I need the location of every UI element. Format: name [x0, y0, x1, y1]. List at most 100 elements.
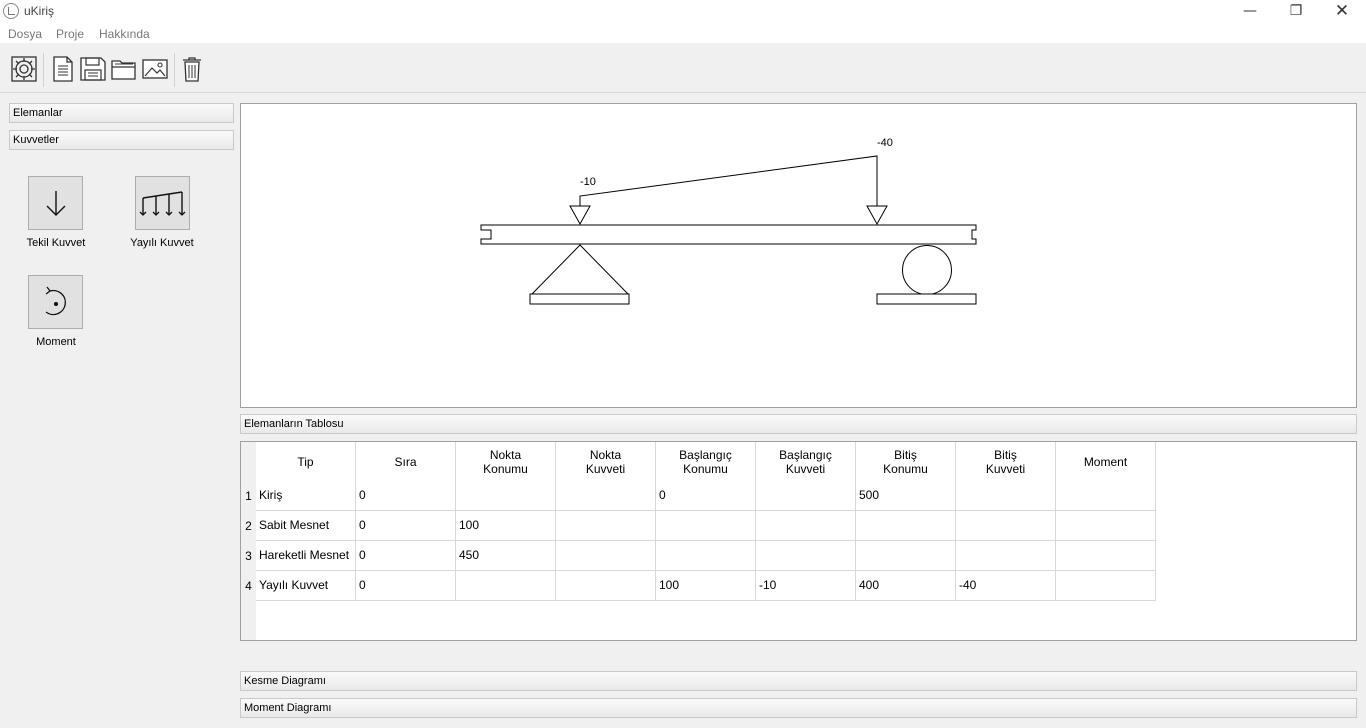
- roller-support: [902, 245, 952, 295]
- distributed-load-icon: [139, 191, 186, 216]
- table-cell[interactable]: [1056, 511, 1156, 541]
- load-start-label: -10: [580, 176, 596, 188]
- new-button[interactable]: [49, 55, 77, 83]
- column-header[interactable]: Moment: [1056, 442, 1156, 481]
- table-cell[interactable]: [556, 511, 656, 541]
- row-number[interactable]: 1: [241, 481, 256, 511]
- table-cell[interactable]: 450: [456, 541, 556, 571]
- tekil-kuvvet-label: Tekil Kuvvet: [26, 237, 86, 249]
- maximize-button[interactable]: ❐: [1273, 0, 1319, 23]
- table-cell[interactable]: 0: [356, 511, 456, 541]
- save-icon: [80, 57, 106, 81]
- table-cell[interactable]: [656, 511, 756, 541]
- table-cell[interactable]: [1056, 571, 1156, 601]
- table-cell[interactable]: Yayılı Kuvvet: [256, 571, 356, 601]
- table-cell[interactable]: [956, 511, 1056, 541]
- yayili-kuvvet-button[interactable]: [135, 176, 190, 230]
- minimize-button[interactable]: —: [1227, 0, 1273, 23]
- section-kesme-diagrami[interactable]: Kesme Diagramı: [240, 671, 1357, 691]
- title-bar: uKiriş — ❐ ✕: [0, 0, 1366, 23]
- section-moment-diagrami[interactable]: Moment Diagramı: [240, 698, 1357, 718]
- table-cell[interactable]: [556, 541, 656, 571]
- table-cell[interactable]: [856, 511, 956, 541]
- table-cell[interactable]: 100: [656, 571, 756, 601]
- table-cell[interactable]: Kiriş: [256, 481, 356, 511]
- section-kuvvetler[interactable]: Kuvvetler: [9, 130, 234, 150]
- table-cell[interactable]: [956, 541, 1056, 571]
- table-cell[interactable]: [756, 481, 856, 511]
- toolbar: [0, 45, 1366, 93]
- beam-canvas[interactable]: -10 -40: [240, 103, 1357, 408]
- distributed-load-line: [579, 155, 878, 206]
- table-cell[interactable]: 100: [456, 511, 556, 541]
- open-folder-icon: [111, 60, 136, 80]
- trash-icon: [183, 57, 201, 82]
- table-cell[interactable]: 0: [656, 481, 756, 511]
- column-header[interactable]: Bitiş Konumu: [856, 442, 956, 481]
- app-icon: [3, 3, 19, 19]
- beam: [480, 224, 977, 245]
- arrow-down-icon: [46, 191, 66, 216]
- toolbar-separator: [174, 53, 175, 87]
- moment-icon: [45, 286, 66, 316]
- pin-support-base: [529, 293, 630, 305]
- delete-button[interactable]: [178, 55, 206, 83]
- column-header[interactable]: Sıra: [356, 442, 456, 481]
- beam-diagram: -10 -40: [480, 137, 977, 305]
- table-cell[interactable]: 0: [356, 571, 456, 601]
- row-number[interactable]: 3: [241, 541, 256, 571]
- new-document-icon: [53, 56, 73, 82]
- row-number[interactable]: 2: [241, 511, 256, 541]
- table-cell[interactable]: Sabit Mesnet: [256, 511, 356, 541]
- column-header[interactable]: Tip: [256, 442, 356, 481]
- close-button[interactable]: ✕: [1319, 0, 1365, 23]
- open-button[interactable]: [110, 55, 138, 83]
- save-button[interactable]: [79, 55, 107, 83]
- column-header[interactable]: Nokta Kuvveti: [556, 442, 656, 481]
- column-header[interactable]: Nokta Konumu: [456, 442, 556, 481]
- load-end-label: -40: [877, 137, 893, 149]
- column-header[interactable]: Bitiş Kuvveti: [956, 442, 1056, 481]
- toolbar-separator: [43, 53, 44, 87]
- table-cell[interactable]: [1056, 541, 1156, 571]
- table-cell[interactable]: -40: [956, 571, 1056, 601]
- column-header[interactable]: Başlangıç Konumu: [656, 442, 756, 481]
- load-arrow-start: [569, 205, 591, 226]
- table-cell[interactable]: [1056, 481, 1156, 511]
- gear-icon: [11, 56, 37, 82]
- table-cell[interactable]: 0: [356, 541, 456, 571]
- table-cell[interactable]: [956, 481, 1056, 511]
- menu-hakkinda[interactable]: Hakkında: [99, 27, 150, 41]
- table-cell[interactable]: [856, 541, 956, 571]
- table-cell[interactable]: Hareketli Mesnet: [256, 541, 356, 571]
- column-header[interactable]: Başlangıç Kuvveti: [756, 442, 856, 481]
- table-cell[interactable]: [556, 481, 656, 511]
- menu-bar: Dosya Proje Hakkında: [0, 23, 1366, 43]
- table-cell[interactable]: [556, 571, 656, 601]
- table-cell[interactable]: [756, 541, 856, 571]
- section-elemanlar[interactable]: Elemanlar: [9, 103, 234, 123]
- table-cell[interactable]: [756, 511, 856, 541]
- menu-dosya[interactable]: Dosya: [8, 27, 42, 41]
- table-cell[interactable]: -10: [756, 571, 856, 601]
- menu-proje[interactable]: Proje: [56, 27, 84, 41]
- load-arrow-end: [866, 205, 888, 226]
- table-cell[interactable]: 0: [356, 481, 456, 511]
- table-cell[interactable]: [456, 571, 556, 601]
- table-cell[interactable]: 500: [856, 481, 956, 511]
- window-title: uKiriş: [24, 4, 55, 18]
- image-icon: [142, 59, 168, 79]
- section-elemanlarin-tablosu[interactable]: Elemanların Tablosu: [240, 414, 1357, 434]
- settings-button[interactable]: [10, 55, 38, 83]
- table-cell[interactable]: [456, 481, 556, 511]
- moment-button[interactable]: [28, 275, 83, 329]
- row-number[interactable]: 4: [241, 571, 256, 601]
- roller-support-base: [876, 293, 977, 305]
- tekil-kuvvet-button[interactable]: [28, 176, 83, 230]
- moment-label: Moment: [36, 336, 76, 348]
- yayili-kuvvet-label: Yayılı Kuvvet: [130, 237, 194, 249]
- export-image-button[interactable]: [141, 55, 169, 83]
- table-cell[interactable]: [656, 541, 756, 571]
- table-cell[interactable]: 400: [856, 571, 956, 601]
- pin-support: [530, 244, 630, 295]
